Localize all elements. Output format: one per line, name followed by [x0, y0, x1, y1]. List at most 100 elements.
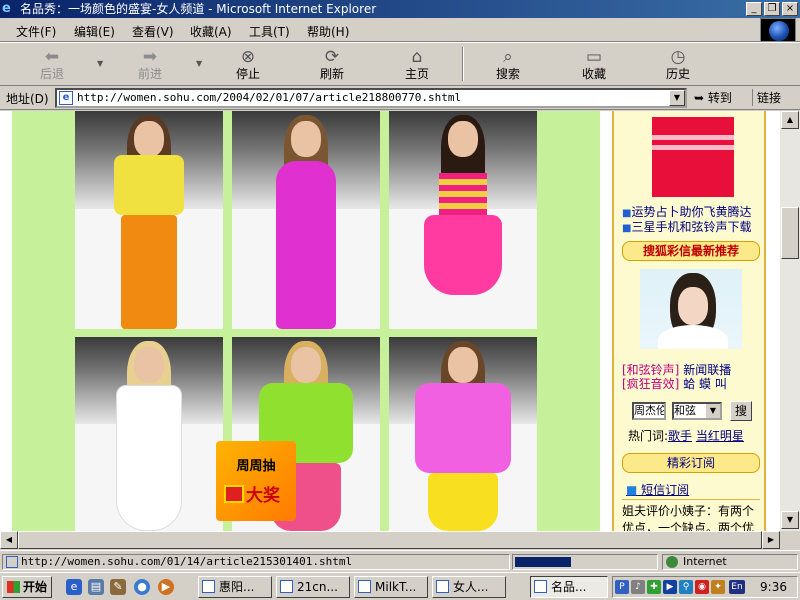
links-button[interactable]: 链接	[752, 89, 781, 106]
ie-page-icon	[358, 580, 371, 593]
prize-line1: 周周抽	[236, 459, 276, 474]
ring-row-2[interactable]: [疯狂音效] 蛤 蟆 叫	[622, 375, 727, 392]
model-photo-pink-dress[interactable]	[232, 111, 380, 329]
explorer-quicklaunch-icon[interactable]: ▤	[88, 579, 104, 595]
menu-view[interactable]: 查看(V)	[132, 23, 174, 40]
task-button-2[interactable]: 21cn...	[276, 576, 350, 598]
window-title-bar[interactable]: e 名品秀：一场颜色的盛宴-女人频道 - Microsoft Internet …	[0, 0, 800, 18]
zone-label: Internet	[683, 555, 727, 568]
mms-section-title[interactable]: 搜狐彩信最新推荐	[622, 241, 760, 261]
window-title: 名品秀：一场颜色的盛宴-女人频道 - Microsoft Internet Ex…	[20, 2, 377, 16]
refresh-label: 刷新	[319, 67, 344, 81]
weekly-prize-badge[interactable]: 周周抽 大奖	[216, 441, 296, 521]
go-button[interactable]: ➥ 转到	[694, 89, 732, 106]
system-tray: P ♪ ✚ ▶ ⚲ ◉ ✦ En 9:36	[612, 576, 798, 598]
horizontal-scroll-thumb[interactable]	[18, 531, 762, 549]
forward-arrow-icon: ➡	[142, 47, 158, 67]
menu-file[interactable]: 文件(F)	[16, 23, 56, 40]
scroll-down-icon[interactable]: ▼	[781, 511, 799, 529]
ie-page-icon	[534, 580, 547, 593]
ie-quicklaunch-icon[interactable]: e	[66, 579, 82, 595]
tray-volume-icon[interactable]: ♪	[631, 580, 645, 594]
internet-globe-icon	[666, 556, 678, 568]
messenger-quicklaunch-icon[interactable]: ●	[134, 579, 150, 595]
maximize-button[interactable]: ❐	[764, 2, 780, 16]
favorites-folder-icon: ▭	[585, 47, 603, 67]
tray-media-icon[interactable]: ▶	[663, 580, 677, 594]
model-photo-pink-jacket[interactable]	[389, 337, 537, 531]
refresh-button[interactable]: ⟳ 刷新	[300, 45, 364, 85]
minimize-button[interactable]: _	[746, 2, 762, 16]
notepad-quicklaunch-icon[interactable]: ✎	[110, 579, 126, 595]
tray-firewall-icon[interactable]: ◉	[695, 580, 709, 594]
toolbar: ⬅ 后退 ▼ ➡ 前进 ▼ ⊗ 停止 ⟳ 刷新 ⌂ 主页 ⌕ 搜索 ▭ 收藏 ◷…	[0, 42, 800, 86]
history-button[interactable]: ◷ 历史	[646, 45, 710, 85]
model-photo-white-dress[interactable]	[75, 337, 223, 531]
home-button[interactable]: ⌂ 主页	[385, 45, 449, 85]
tray-network-icon[interactable]: ⚲	[679, 580, 693, 594]
model-photo-striped-top[interactable]	[389, 111, 537, 329]
scroll-up-icon[interactable]: ▲	[781, 111, 799, 129]
scroll-left-icon[interactable]: ◀	[0, 531, 18, 549]
favorites-button[interactable]: ▭ 收藏	[562, 45, 626, 85]
hotword-singer[interactable]: 歌手	[668, 429, 692, 443]
model-photo-yellow-top[interactable]	[75, 111, 223, 329]
back-button[interactable]: ⬅ 后退	[20, 45, 84, 85]
address-input[interactable]: e http://women.sohu.com/2004/02/01/07/ar…	[55, 88, 687, 108]
forward-dropdown-icon[interactable]: ▼	[196, 59, 202, 68]
task-label-2: 21cn...	[297, 580, 338, 594]
menu-favorites[interactable]: 收藏(A)	[190, 23, 232, 40]
clock[interactable]: 9:36	[760, 580, 787, 594]
page-icon	[6, 556, 18, 568]
sms-title[interactable]: ■ 短信订阅	[622, 481, 760, 498]
page-viewport[interactable]: 周周抽 大奖 ■运势占卜助你飞黄腾达 ■三星手机和弦铃声下载 搜狐彩信最新推荐 …	[0, 111, 780, 531]
sidebar-link-ringtone-text: 三星手机和弦铃声下载	[631, 220, 752, 234]
task-button-3[interactable]: MilkT...	[354, 576, 428, 598]
ringtone-search-button[interactable]: 搜	[730, 401, 752, 421]
hotwords-label: 热门词:	[628, 429, 669, 443]
chevron-down-icon: ▼	[706, 404, 720, 418]
ringtone-type-value: 和弦	[674, 404, 696, 417]
task-button-4[interactable]: 女人...	[432, 576, 506, 598]
vertical-scroll-thumb[interactable]	[781, 207, 799, 259]
horizontal-scrollbar[interactable]: ◀ ▶	[0, 531, 780, 549]
forward-label: 前进	[137, 67, 162, 81]
task-button-5-active[interactable]: 名品...	[530, 576, 608, 598]
search-label: 搜索	[495, 67, 520, 81]
ad-banner-image[interactable]	[652, 117, 734, 197]
ringtone-type-select[interactable]: 和弦 ▼	[672, 402, 722, 420]
address-url[interactable]: http://women.sohu.com/2004/02/01/07/arti…	[77, 91, 461, 104]
ringtone-search-input[interactable]: 周杰伦	[632, 402, 666, 420]
progress-fill	[515, 557, 571, 567]
address-dropdown-icon[interactable]: ▼	[669, 90, 685, 106]
tray-antivirus-icon[interactable]: ✚	[647, 580, 661, 594]
stop-button[interactable]: ⊗ 停止	[216, 45, 280, 85]
vertical-scrollbar[interactable]: ▲ ▼	[780, 111, 800, 531]
sms-subscription-box: ■ 短信订阅 姐夫评价小姨子：有两个优点，一个缺点。两个优	[622, 481, 760, 531]
subscription-section-title[interactable]: 精彩订阅	[622, 453, 760, 473]
ie-page-icon	[280, 580, 293, 593]
address-label: 地址(D)	[6, 92, 49, 106]
mms-model-photo[interactable]	[640, 269, 742, 349]
scroll-right-icon[interactable]: ▶	[762, 531, 780, 549]
task-button-1[interactable]: 惠阳...	[198, 576, 272, 598]
back-label: 后退	[39, 67, 64, 81]
search-icon: ⌕	[503, 47, 513, 67]
back-dropdown-icon[interactable]: ▼	[97, 59, 103, 68]
back-arrow-icon: ⬅	[44, 47, 60, 67]
tray-language-icon[interactable]: En	[729, 580, 745, 594]
right-sidebar: ■运势占卜助你飞黄腾达 ■三星手机和弦铃声下载 搜狐彩信最新推荐 [和弦铃声] …	[612, 111, 766, 531]
search-button[interactable]: ⌕ 搜索	[476, 45, 540, 85]
menu-help[interactable]: 帮助(H)	[307, 23, 349, 40]
player-quicklaunch-icon[interactable]: ▶	[158, 579, 174, 595]
start-button[interactable]: 开始	[2, 576, 52, 598]
sidebar-link-ringtone[interactable]: ■三星手机和弦铃声下载	[622, 218, 751, 235]
forward-button[interactable]: ➡ 前进	[118, 45, 182, 85]
hotword-star[interactable]: 当红明星	[696, 429, 744, 443]
ie-page-icon	[202, 580, 215, 593]
tray-app-icon[interactable]: ✦	[711, 580, 725, 594]
close-button[interactable]: ×	[782, 2, 798, 16]
menu-edit[interactable]: 编辑(E)	[74, 23, 115, 40]
tray-ime-icon[interactable]: P	[615, 580, 629, 594]
menu-tools[interactable]: 工具(T)	[249, 23, 290, 40]
